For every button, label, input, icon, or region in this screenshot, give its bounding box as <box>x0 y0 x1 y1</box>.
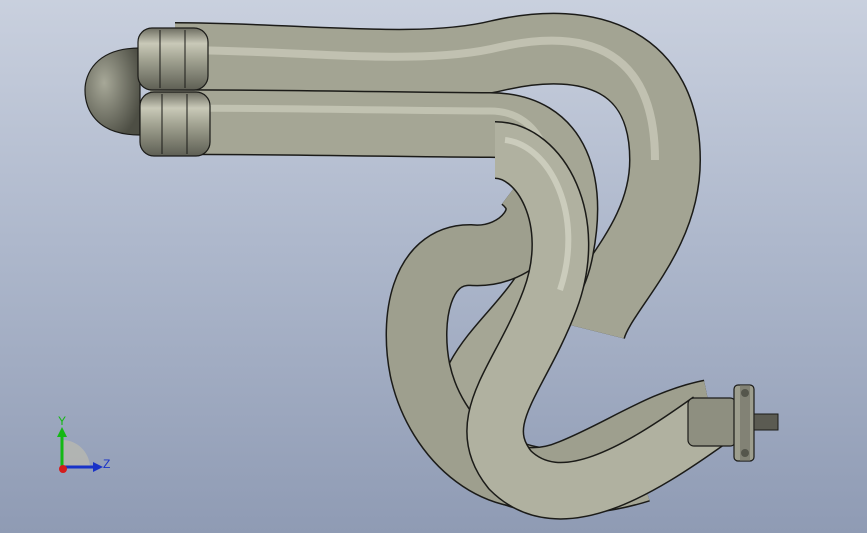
collector-cap[interactable] <box>84 47 141 136</box>
x-axis-dot <box>59 465 67 473</box>
collector-sleeves[interactable] <box>137 27 211 157</box>
triad-y-label: Y <box>58 414 67 428</box>
orientation-triad: Y Z <box>40 405 130 485</box>
triad-z-label: Z <box>103 457 111 471</box>
exhaust-header-model[interactable] <box>0 0 867 533</box>
cad-graphics-area[interactable]: Y Z <box>0 0 867 533</box>
triad-graphic <box>57 427 103 473</box>
